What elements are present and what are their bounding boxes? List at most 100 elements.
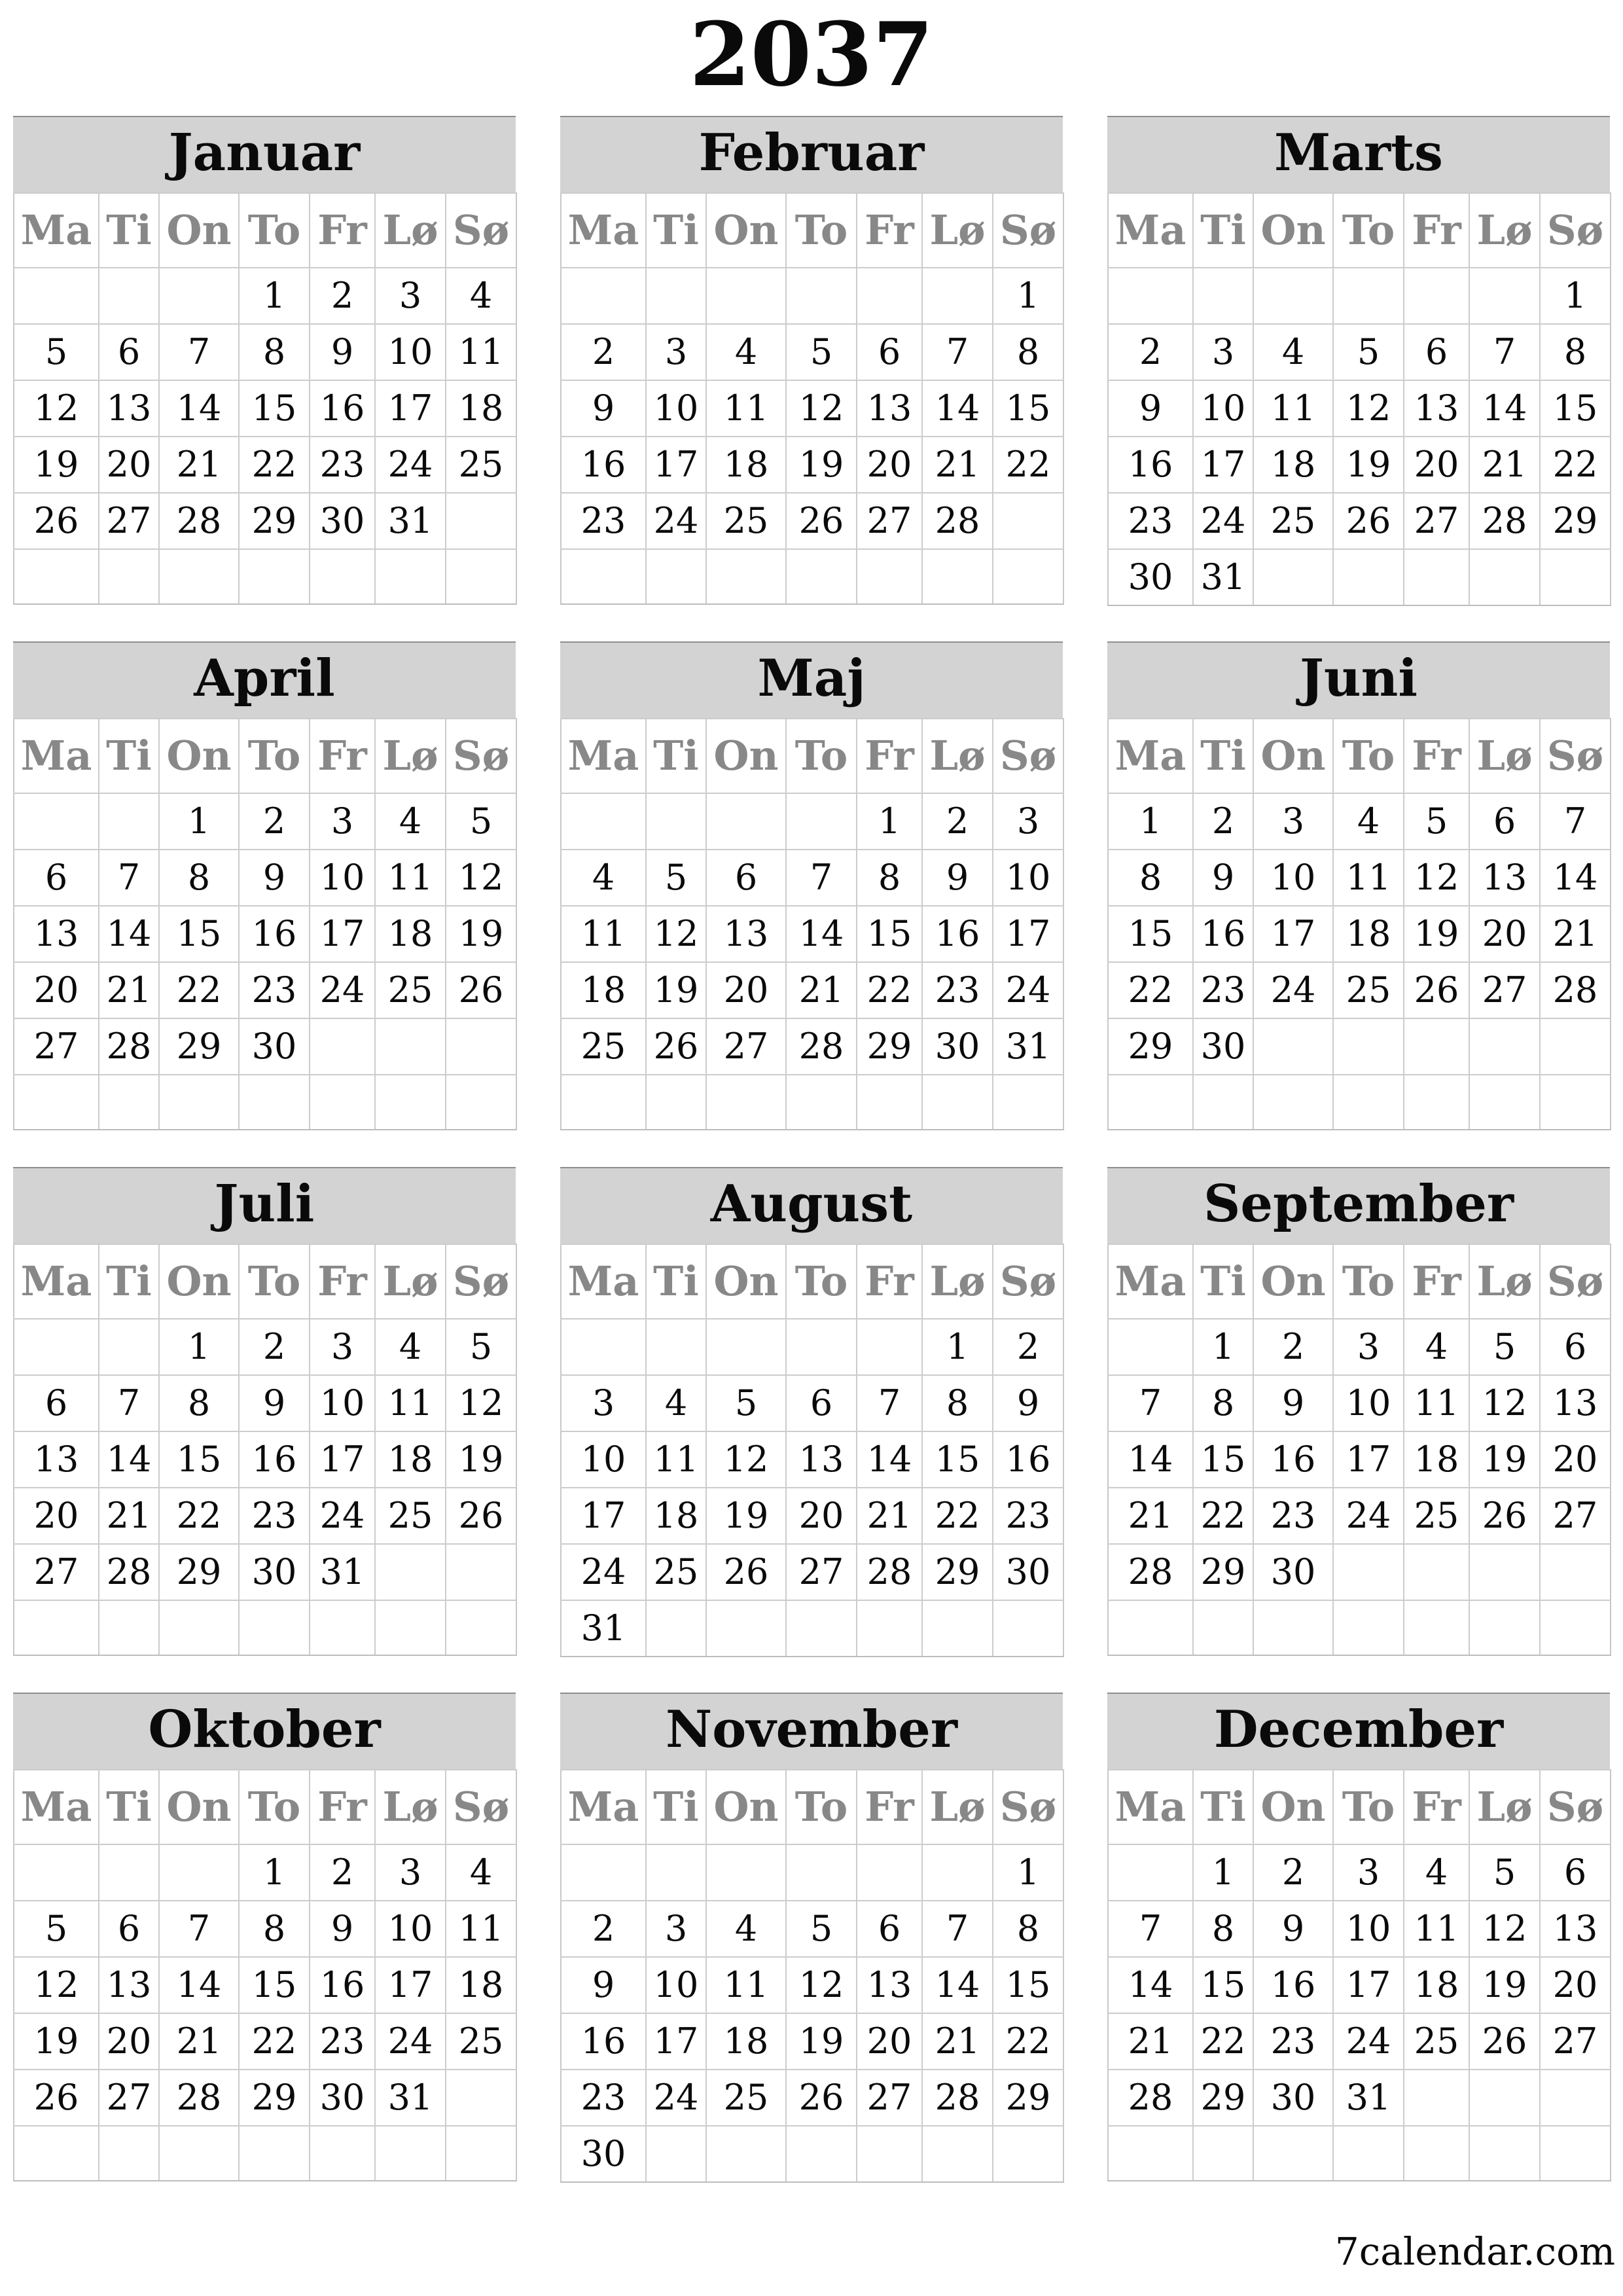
day-cell: 1 [1192, 1318, 1254, 1376]
day-cell: 30 [309, 2069, 376, 2126]
empty-day-cell [856, 1844, 923, 1901]
day-cell: 7 [1469, 323, 1541, 381]
day-cell: 15 [992, 1956, 1064, 2014]
day-cell: 5 [13, 323, 99, 381]
week-row: 2345678 [560, 1900, 1064, 1958]
day-cell: 2 [309, 267, 376, 325]
empty-day-cell [1403, 1018, 1470, 1075]
month-juli: Juli Ma Ti On To Fr Lø Sø 1 2 3 4 5 6 7 8 9 10 11 12 13 14 15 1… [13, 1167, 517, 1656]
weekday-label: Ti [1192, 1769, 1254, 1845]
month-grid: Ma Ti On To Fr Lø Sø 1 2 3 4 5 6 7 8 9 10 11 12 13 14 15 16 17 1… [1107, 1769, 1611, 2181]
day-cell: 12 [13, 1956, 99, 2014]
day-cell: 3 [560, 1374, 647, 1432]
weekday-header-row: Ma Ti On To Fr Lø Sø [560, 1244, 1064, 1319]
empty-day-cell [645, 2125, 707, 2183]
day-cell: 10 [374, 1900, 446, 1958]
week-row: 3456789 [560, 1374, 1064, 1432]
day-cell: 9 [1253, 1900, 1334, 1958]
day-cell: 11 [1403, 1374, 1470, 1432]
week-row: 7 8 9 10 11 12 13 [1107, 1374, 1611, 1432]
day-cell: 2 [1253, 1318, 1334, 1376]
week-row: 24 25 26 27 28 29 30 [560, 1543, 1064, 1601]
empty-day-cell [992, 548, 1064, 605]
week-row: 14 15 16 17 18 19 20 [1107, 1431, 1611, 1488]
day-cell: 28 [921, 2069, 993, 2126]
day-cell: 19 [785, 2013, 857, 2070]
day-cell: 10 [645, 1956, 707, 2014]
day-cell: 5 [445, 1318, 517, 1376]
empty-day-cell [992, 2125, 1064, 2183]
day-cell: 10 [1332, 1900, 1404, 1958]
week-row [13, 2125, 517, 2181]
day-cell: 27 [856, 2069, 923, 2126]
day-cell: 8 [238, 1900, 310, 1958]
week-row: 12 [560, 1318, 1064, 1376]
empty-day-cell [856, 548, 923, 605]
day-cell: 2 [1253, 1844, 1334, 1901]
empty-day-cell [645, 267, 707, 325]
month-name: April [13, 641, 516, 718]
week-row: 1234567 [1107, 793, 1611, 850]
week-row: 13 14 15 16 17 18 19 [13, 1431, 517, 1488]
month-name: Juni [1107, 641, 1610, 718]
day-cell: 19 [445, 905, 517, 963]
month-name: Oktober [13, 1693, 516, 1769]
day-cell: 5 [785, 323, 857, 381]
weekday-label: On [158, 1769, 240, 1845]
day-cell: 6 [1469, 793, 1541, 850]
weekday-header-row: Ma Ti On To Fr Lø Sø [13, 1244, 517, 1319]
week-row: 16 17 18 19 20 21 22 [560, 436, 1064, 493]
weekday-label: Lø [1469, 192, 1541, 268]
day-cell: 8 [992, 1900, 1064, 1958]
day-cell: 20 [1539, 1431, 1611, 1488]
month-april: April Ma Ti On To Fr Lø Sø 1 2 3 4 5 6 7 8 9 10 11 12 13 14 15… [13, 641, 517, 1130]
day-cell: 10 [309, 1374, 376, 1432]
week-row: 1 [1107, 267, 1611, 325]
empty-day-cell [992, 1600, 1064, 1657]
day-cell: 8 [1192, 1374, 1254, 1432]
day-cell: 30 [921, 1018, 993, 1075]
weekday-label: Sø [992, 192, 1064, 268]
month-grid: Ma Ti On To Fr Lø Sø 1 2 3 4 5 6 7 8 9 10 11 12 13 14 15 16 17 1… [560, 1244, 1064, 1657]
day-cell: 16 [1253, 1431, 1334, 1488]
empty-day-cell [560, 1844, 647, 1901]
day-cell: 30 [1192, 1018, 1254, 1075]
day-cell: 13 [1403, 380, 1470, 437]
day-cell: 21 [921, 2013, 993, 2070]
empty-day-cell [445, 1600, 517, 1656]
day-cell: 1 [856, 793, 923, 850]
day-cell: 1 [238, 267, 310, 325]
empty-day-cell [374, 1074, 446, 1130]
empty-day-cell [785, 267, 857, 325]
day-cell: 8 [856, 849, 923, 906]
weekday-label: Lø [1469, 718, 1541, 794]
day-cell: 22 [992, 436, 1064, 493]
week-row: 16 17 18 19 20 21 22 [1107, 436, 1611, 493]
day-cell: 27 [1539, 1487, 1611, 1545]
day-cell: 6 [1403, 323, 1470, 381]
empty-day-cell [560, 793, 647, 850]
day-cell: 14 [158, 380, 240, 437]
day-cell: 3 [1192, 323, 1254, 381]
empty-day-cell [445, 1543, 517, 1601]
weekday-label: Ma [560, 1769, 647, 1845]
day-cell: 28 [1539, 961, 1611, 1019]
empty-day-cell [1539, 2125, 1611, 2181]
empty-day-cell [705, 1600, 787, 1657]
empty-day-cell [1332, 267, 1404, 325]
day-cell: 10 [645, 380, 707, 437]
day-cell: 14 [1107, 1956, 1194, 2014]
day-cell: 19 [1469, 1431, 1541, 1488]
day-cell: 15 [1539, 380, 1611, 437]
empty-day-cell [13, 1600, 99, 1656]
day-cell: 5 [1469, 1318, 1541, 1376]
day-cell: 9 [309, 323, 376, 381]
day-cell: 1 [992, 1844, 1064, 1901]
day-cell: 30 [1253, 1543, 1334, 1601]
empty-day-cell [921, 2125, 993, 2183]
empty-day-cell [560, 267, 647, 325]
month-august: August Ma Ti On To Fr Lø Sø 1 2 3 4 5 6 7 8 9 10 11 12 13 14 1… [560, 1167, 1064, 1657]
empty-day-cell [158, 267, 240, 325]
day-cell: 31 [1192, 548, 1254, 606]
empty-day-cell [374, 1600, 446, 1656]
